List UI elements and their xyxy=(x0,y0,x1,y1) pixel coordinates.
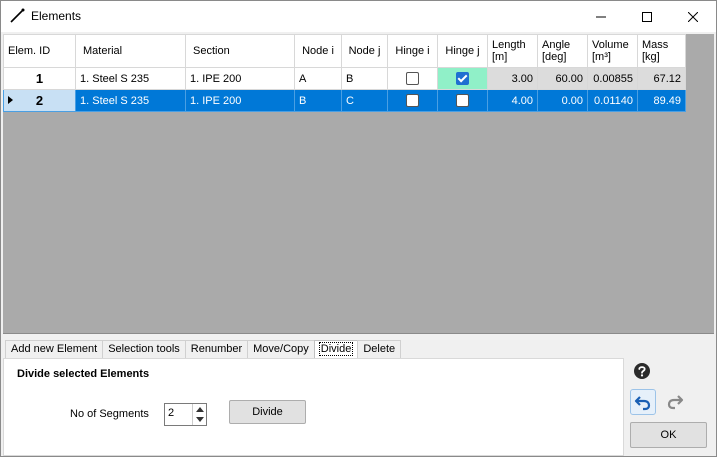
undo-button[interactable] xyxy=(630,389,656,415)
section-cell[interactable]: 1. IPE 200 xyxy=(185,67,295,90)
elem-id-value: 2 xyxy=(35,93,44,108)
angle-cell: 60.00 xyxy=(537,67,588,90)
elem-id-cell[interactable]: 2 xyxy=(3,89,76,112)
minimize-icon xyxy=(596,16,606,17)
help-button[interactable] xyxy=(630,359,654,383)
undo-icon xyxy=(634,396,651,411)
stepper-up-icon[interactable] xyxy=(196,407,204,412)
close-button[interactable] xyxy=(670,1,716,32)
table-row-selected[interactable]: 2 1. Steel S 235 1. IPE 200 B C 4.00 0.0… xyxy=(3,89,686,112)
hinge-i-checkbox[interactable] xyxy=(406,72,419,85)
hinge-j-cell xyxy=(437,67,488,90)
column-header-elem-id[interactable]: Elem. ID xyxy=(3,34,76,68)
node-i-cell[interactable]: B xyxy=(294,89,342,112)
hinge-j-checkbox[interactable] xyxy=(456,72,469,85)
elements-window: Elements Elem. ID Material Section Node … xyxy=(0,0,717,457)
tab-move-copy[interactable]: Move/Copy xyxy=(247,340,315,358)
hinge-i-cell xyxy=(387,89,438,112)
header-unit: [m³] xyxy=(592,51,611,63)
length-cell: 4.00 xyxy=(487,89,538,112)
elements-grid[interactable]: Elem. ID Material Section Node i Node j … xyxy=(3,34,714,334)
tab-renumber[interactable]: Renumber xyxy=(184,340,249,358)
column-header-volume[interactable]: Volume [m³] xyxy=(587,34,638,68)
column-header-node-i[interactable]: Node i xyxy=(294,34,342,68)
elem-id-cell[interactable]: 1 xyxy=(3,67,76,90)
material-cell[interactable]: 1. Steel S 235 xyxy=(75,67,186,90)
ok-button[interactable]: OK xyxy=(630,422,707,448)
header-label: Length xyxy=(492,39,526,51)
tab-divide-label: Divide xyxy=(318,342,354,356)
hinge-j-cell xyxy=(437,89,488,112)
window-title: Elements xyxy=(31,9,82,23)
segments-value[interactable]: 2 xyxy=(168,407,174,419)
tab-delete[interactable]: Delete xyxy=(357,340,402,358)
column-header-angle[interactable]: Angle [deg] xyxy=(537,34,588,68)
minimize-button[interactable] xyxy=(578,1,624,32)
tab-add-new-element[interactable]: Add new Element xyxy=(5,340,104,358)
tab-divide[interactable]: Divide xyxy=(313,340,359,359)
angle-cell: 0.00 xyxy=(537,89,588,112)
hinge-j-checkbox[interactable] xyxy=(456,94,469,107)
node-i-cell[interactable]: A xyxy=(294,67,342,90)
close-icon xyxy=(688,11,698,22)
length-cell: 3.00 xyxy=(487,67,538,90)
maximize-icon xyxy=(642,11,652,22)
node-j-cell[interactable]: B xyxy=(341,67,388,90)
column-header-length[interactable]: Length [m] xyxy=(487,34,538,68)
stepper-down-icon[interactable] xyxy=(196,417,204,422)
title-bar: Elements xyxy=(1,1,716,32)
header-label: Mass xyxy=(642,39,669,51)
section-cell[interactable]: 1. IPE 200 xyxy=(185,89,295,112)
tab-selection-tools[interactable]: Selection tools xyxy=(102,340,186,358)
divide-button[interactable]: Divide xyxy=(229,400,306,424)
hinge-i-checkbox[interactable] xyxy=(406,94,419,107)
column-header-hinge-i[interactable]: Hinge i xyxy=(387,34,438,68)
column-header-mass[interactable]: Mass [kg] xyxy=(637,34,686,68)
elements-table: Elem. ID Material Section Node i Node j … xyxy=(3,34,686,112)
header-unit: [kg] xyxy=(642,51,660,63)
column-header-material[interactable]: Material xyxy=(75,34,186,68)
redo-icon xyxy=(667,395,684,410)
header-label: Angle xyxy=(542,39,571,51)
header-label: Volume xyxy=(592,39,629,51)
volume-cell: 0.01140 xyxy=(587,89,638,112)
volume-cell: 0.00855 xyxy=(587,67,638,90)
element-line-icon xyxy=(10,8,25,23)
stepper-arrows xyxy=(192,404,206,425)
divide-panel: Divide selected Elements No of Segments … xyxy=(3,358,624,456)
hinge-i-cell xyxy=(387,67,438,90)
redo-button[interactable] xyxy=(663,389,687,413)
table-row[interactable]: 1 1. Steel S 235 1. IPE 200 A B 3.00 60.… xyxy=(3,67,686,90)
panel-title: Divide selected Elements xyxy=(17,368,150,380)
mass-cell: 67.12 xyxy=(637,67,686,90)
help-icon xyxy=(634,363,650,379)
maximize-button[interactable] xyxy=(624,1,670,32)
row-pointer-icon xyxy=(8,96,13,104)
segments-label: No of Segments xyxy=(70,408,149,420)
segments-stepper[interactable]: 2 xyxy=(164,403,207,426)
mass-cell: 89.49 xyxy=(637,89,686,112)
material-cell[interactable]: 1. Steel S 235 xyxy=(75,89,186,112)
column-header-node-j[interactable]: Node j xyxy=(341,34,388,68)
column-header-section[interactable]: Section xyxy=(185,34,295,68)
header-unit: [deg] xyxy=(542,51,567,63)
column-header-hinge-j[interactable]: Hinge j xyxy=(437,34,488,68)
node-j-cell[interactable]: C xyxy=(341,89,388,112)
header-unit: [m] xyxy=(492,51,508,63)
tab-strip: Add new Element Selection tools Renumber… xyxy=(5,340,402,359)
table-header-row: Elem. ID Material Section Node i Node j … xyxy=(3,34,686,68)
